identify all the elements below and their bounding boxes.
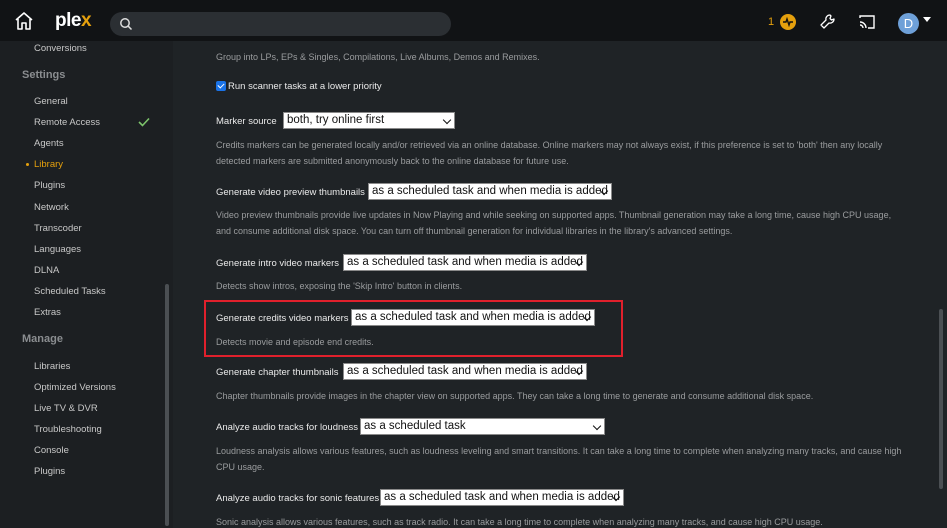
sonic-features-label: Analyze audio tracks for sonic features [216, 493, 380, 504]
activity-count[interactable]: 1 [768, 16, 774, 28]
sidebar-item-optimized-versions[interactable]: Optimized Versions [34, 382, 116, 393]
sidebar-section-settings: Settings [22, 69, 66, 81]
sonic-features-select[interactable]: as a scheduled task and when media is ad… [380, 489, 624, 506]
sidebar-section-manage: Manage [22, 333, 63, 345]
intro-markers-select[interactable]: as a scheduled task and when media is ad… [343, 254, 587, 271]
sidebar-item-live-tv-dvr[interactable]: Live TV & DVR [34, 403, 98, 414]
sidebar-item-console[interactable]: Console [34, 445, 69, 456]
credits-markers-description: Detects movie and episode end credits. [216, 337, 374, 347]
chapter-thumbnails-description: Chapter thumbnails provide images in the… [216, 391, 814, 401]
avatar[interactable]: D [898, 13, 919, 34]
loudness-description-2: CPU usage. [216, 462, 265, 472]
settings-main: Group into LPs, EPs & Singles, Compilati… [173, 41, 947, 528]
video-preview-description-2: and consume additional disk space. You c… [216, 226, 733, 236]
chapter-thumbnails-select[interactable]: as a scheduled task and when media is ad… [343, 363, 587, 380]
sidebar-item-languages[interactable]: Languages [34, 244, 81, 255]
loudness-select[interactable]: as a scheduled task [360, 418, 605, 435]
video-preview-label: Generate video preview thumbnails [216, 187, 365, 198]
sidebar-item-agents[interactable]: Agents [34, 138, 64, 149]
main-scrollbar[interactable] [939, 309, 943, 489]
sidebar-item-conversions[interactable]: Conversions [34, 43, 87, 54]
sidebar-item-transcoder[interactable]: Transcoder [34, 223, 82, 234]
plex-logo[interactable]: plex [55, 10, 92, 32]
marker-source-description-2: detected markers are submitted anonymous… [216, 156, 569, 166]
marker-source-label: Marker source [216, 116, 277, 127]
chapter-thumbnails-label: Generate chapter thumbnails [216, 367, 339, 378]
cast-icon[interactable] [858, 14, 876, 30]
sidebar-item-general[interactable]: General [34, 96, 68, 107]
chevron-down-icon[interactable] [923, 17, 931, 22]
sidebar-item-scheduled-tasks[interactable]: Scheduled Tasks [34, 286, 106, 297]
sidebar-item-network[interactable]: Network [34, 202, 69, 213]
sidebar-item-libraries[interactable]: Libraries [34, 361, 70, 372]
search-icon [120, 18, 133, 31]
sidebar-item-dlna[interactable]: DLNA [34, 265, 59, 276]
credits-markers-label: Generate credits video markers [216, 313, 349, 324]
check-icon [138, 117, 150, 127]
sidebar-item-troubleshooting[interactable]: Troubleshooting [34, 424, 102, 435]
scanner-priority-checkbox[interactable] [216, 81, 226, 91]
video-preview-select[interactable]: as a scheduled task and when media is ad… [368, 183, 612, 200]
sidebar-item-library[interactable]: Library [34, 159, 63, 170]
sonic-features-description: Sonic analysis allows various features, … [216, 517, 823, 527]
active-indicator-dot [26, 163, 29, 166]
sidebar-item-remote-access[interactable]: Remote Access [34, 117, 100, 128]
wrench-icon[interactable] [819, 13, 837, 31]
sidebar-scrollbar[interactable] [165, 284, 169, 526]
marker-source-select[interactable]: both, try online first [283, 112, 455, 129]
intro-markers-description: Detects show intros, exposing the 'Skip … [216, 281, 463, 291]
sidebar-item-plugins[interactable]: Plugins [34, 180, 65, 191]
chevron-down-icon [592, 421, 602, 431]
intro-markers-label: Generate intro video markers [216, 258, 340, 269]
loudness-description: Loudness analysis allows various feature… [216, 446, 902, 456]
sidebar-item-manage-plugins[interactable]: Plugins [34, 466, 65, 477]
scanner-priority-label: Run scanner tasks at a lower priority [228, 81, 382, 92]
grouping-description: Group into LPs, EPs & Singles, Compilati… [216, 52, 540, 62]
sidebar-item-extras[interactable]: Extras [34, 307, 61, 318]
marker-source-description: Credits markers can be generated locally… [216, 140, 883, 150]
activity-icon[interactable] [780, 14, 796, 30]
chevron-down-icon [442, 115, 452, 125]
sidebar: Conversions Settings General Remote Acce… [0, 41, 173, 528]
home-icon[interactable] [14, 11, 34, 31]
video-preview-description: Video preview thumbnails provide live up… [216, 210, 892, 220]
search-input[interactable] [110, 12, 451, 36]
loudness-label: Analyze audio tracks for loudness [216, 422, 359, 433]
credits-markers-select[interactable]: as a scheduled task and when media is ad… [351, 309, 595, 326]
top-bar: plex 1 D [0, 0, 947, 41]
